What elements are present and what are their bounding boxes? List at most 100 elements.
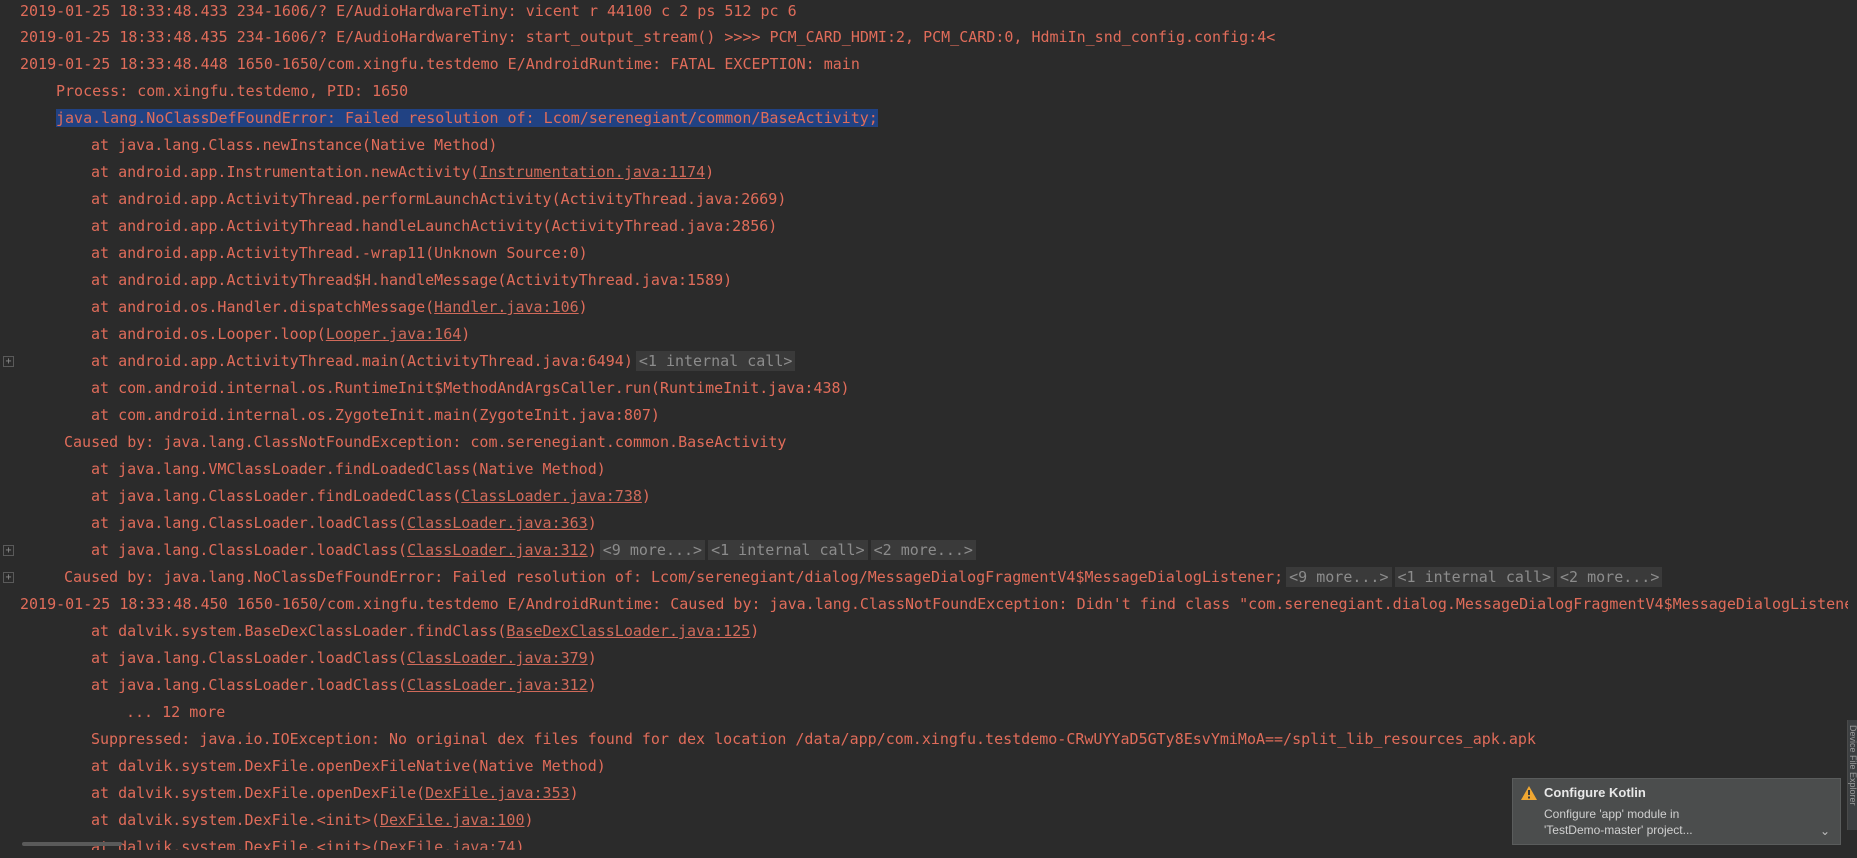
log-text: at android.os.Looper.loop( [91,325,326,343]
more-frames-fold[interactable]: <2 more...> [1557,567,1663,587]
log-line: 2019-01-25 18:33:48.450 1650-1650/com.xi… [20,591,1848,618]
log-text: ) [587,541,597,559]
log-text: at android.app.Instrumentation.newActivi… [91,163,480,181]
caused-by-line: Caused by: java.lang.ClassNotFoundExcept… [64,429,786,456]
source-link[interactable]: ClassLoader.java:379 [407,649,588,667]
stack-frame: at dalvik.system.BaseDexClassLoader.find… [91,618,759,645]
chevron-down-icon[interactable]: ⌄ [1820,824,1830,838]
expand-fold-icon[interactable]: + [3,572,14,583]
source-link[interactable]: Instrumentation.java:1174 [479,163,705,181]
stack-frame: at android.app.ActivityThread$H.handleMe… [91,267,732,294]
log-text: 2019-01-25 18:33:48.448 1650-1650/com.xi… [20,55,860,73]
log-text: ) [750,622,760,640]
source-link[interactable]: ClassLoader.java:312 [407,676,588,694]
log-text: at java.lang.ClassLoader.loadClass( [91,649,408,667]
more-frames-fold[interactable]: <9 more...> [599,540,706,560]
source-link[interactable]: DexFile.java:100 [380,811,525,829]
stack-frame: at java.lang.ClassLoader.loadClass(Class… [91,537,976,564]
log-text: ) [578,298,588,316]
log-text: Process: com.xingfu.testdemo, PID: 1650 [56,82,409,100]
more-frames-fold[interactable]: <9 more...> [1286,567,1392,587]
source-link[interactable]: ClassLoader.java:312 [407,541,588,559]
log-text: at android.os.Handler.dispatchMessage( [91,298,435,316]
selected-text[interactable]: java.lang.NoClassDefFoundError: Failed r… [56,109,878,127]
stack-frame: at dalvik.system.DexFile.openDexFile(Dex… [91,780,579,807]
log-text: ) [515,838,525,850]
log-text: at java.lang.ClassLoader.loadClass( [91,676,408,694]
source-link[interactable]: Looper.java:164 [326,325,461,343]
logcat-window: 2019-01-25 18:33:48.433 234-1606/? E/Aud… [0,0,1857,858]
stack-frame: at android.app.ActivityThread.main(Activ… [91,348,796,375]
stack-frame: at android.os.Handler.dispatchMessage(Ha… [91,294,588,321]
log-text: ) [587,649,597,667]
log-text: at android.app.ActivityThread.main(Activ… [91,352,633,370]
log-text: ) [569,784,579,802]
more-frames-fold[interactable]: <2 more...> [870,540,976,560]
source-link[interactable]: BaseDexClassLoader.java:125 [506,622,750,640]
internal-call-fold[interactable]: <1 internal call> [635,351,796,371]
stack-frame: at java.lang.VMClassLoader.findLoadedCla… [91,456,606,483]
stack-frame: at dalvik.system.DexFile.<init>(DexFile.… [91,807,534,834]
source-link[interactable]: Handler.java:106 [434,298,579,316]
log-text: at dalvik.system.DexFile.openDexFile( [91,784,426,802]
log-text: at java.lang.ClassLoader.loadClass( [91,514,408,532]
source-link[interactable]: ClassLoader.java:363 [407,514,588,532]
log-text: at java.lang.ClassLoader.findLoadedClass… [91,487,462,505]
horizontal-scrollbar[interactable] [22,842,122,846]
internal-call-fold[interactable]: <1 internal call> [708,540,868,560]
source-link[interactable]: ClassLoader.java:738 [461,487,642,505]
log-text: ... 12 more [126,703,226,721]
log-line-selected: java.lang.NoClassDefFoundError: Failed r… [56,105,878,132]
source-link[interactable]: DexFile.java:353 [425,784,570,802]
log-text: ) [705,163,715,181]
side-tab-label: Device File Explorer [1848,725,1857,806]
log-text: at java.lang.Class.newInstance(Native Me… [91,136,498,154]
log-line: 2019-01-25 18:33:48.448 1650-1650/com.xi… [20,51,860,78]
notification-body-line[interactable]: 'TestDemo-master' project... [1544,822,1794,838]
log-line: Process: com.xingfu.testdemo, PID: 1650 [56,78,408,105]
log-text: ) [587,676,597,694]
log-text: at com.android.internal.os.RuntimeInit$M… [91,379,850,397]
log-line: 2019-01-25 18:33:48.435 234-1606/? E/Aud… [20,24,1275,51]
stack-frame: at dalvik.system.DexFile.openDexFileNati… [91,753,606,780]
source-link[interactable]: DexFile.java:74 [380,838,515,850]
log-text: Caused by: java.lang.ClassNotFoundExcept… [64,433,787,451]
stack-frame: at java.lang.ClassLoader.loadClass(Class… [91,510,597,537]
stack-frame: at java.lang.Class.newInstance(Native Me… [91,132,497,159]
log-text: at dalvik.system.DexFile.<init>( [91,838,380,850]
log-text: at android.app.ActivityThread$H.handleMe… [91,271,733,289]
log-text: ) [461,325,471,343]
stack-frame: at android.app.Instrumentation.newActivi… [91,159,714,186]
stack-frame: at java.lang.ClassLoader.loadClass(Class… [91,645,597,672]
expand-fold-icon[interactable]: + [3,545,14,556]
log-text: 2019-01-25 18:33:48.450 1650-1650/com.xi… [20,595,1848,613]
stack-frame: at com.android.internal.os.RuntimeInit$M… [91,375,850,402]
stack-frame: at android.app.ActivityThread.performLau… [91,186,786,213]
device-file-explorer-tab[interactable]: Device File Explorer [1847,720,1857,830]
log-text: at android.app.ActivityThread.handleLaun… [91,217,778,235]
expand-fold-icon[interactable]: + [3,356,14,367]
log-text: at dalvik.system.DexFile.openDexFileNati… [91,757,606,775]
log-text: ) [641,487,651,505]
log-text: at android.app.ActivityThread.-wrap11(Un… [91,244,588,262]
stack-frame: at dalvik.system.DexFile.<init>(DexFile.… [91,834,524,850]
suppressed-line: Suppressed: java.io.IOException: No orig… [91,726,1536,753]
fold-gutter: + + + [0,0,18,858]
warning-icon [1521,786,1537,800]
stack-frame: at java.lang.ClassLoader.findLoadedClass… [91,483,651,510]
internal-call-fold[interactable]: <1 internal call> [1394,567,1555,587]
caused-by-line: Caused by: java.lang.NoClassDefFoundErro… [64,564,1663,591]
log-text: 2019-01-25 18:33:48.435 234-1606/? E/Aud… [20,28,1276,46]
stack-frame: ... 12 more [126,699,225,726]
stack-frame: at java.lang.ClassLoader.loadClass(Class… [91,672,597,699]
log-text: Caused by: java.lang.NoClassDefFoundErro… [64,568,1284,586]
log-line: 2019-01-25 18:33:48.433 234-1606/? E/Aud… [20,0,797,25]
log-text: at dalvik.system.BaseDexClassLoader.find… [91,622,507,640]
log-text: ) [524,811,534,829]
configure-kotlin-notification[interactable]: Configure Kotlin Configure 'app' module … [1512,778,1841,845]
log-text: at android.app.ActivityThread.performLau… [91,190,787,208]
logcat-output[interactable]: 2019-01-25 18:33:48.433 234-1606/? E/Aud… [0,0,1848,850]
stack-frame: at android.os.Looper.loop(Looper.java:16… [91,321,470,348]
notification-body-line: Configure 'app' module in [1544,807,1680,821]
log-text: at com.android.internal.os.ZygoteInit.ma… [91,406,660,424]
